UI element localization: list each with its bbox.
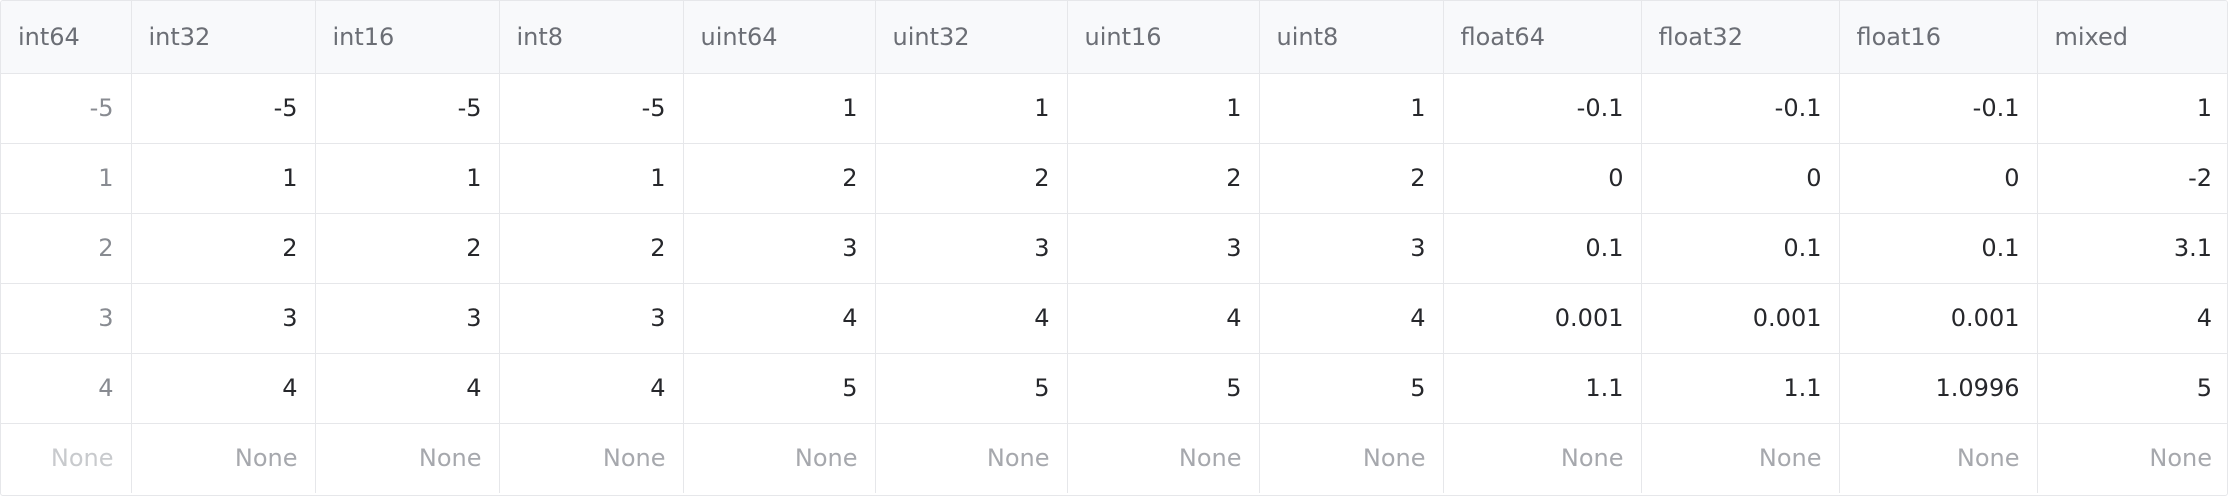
column-header-float32[interactable]: float32: [1641, 1, 1840, 74]
table-cell[interactable]: -0.1: [1839, 73, 2038, 144]
table-body: -5 -5 -5 -5 1 1 1 1 -0.1 -0.1 -0.1 1 1 1 1 1 2 2 2 2 0 0 0 -2 2 2…: [1, 73, 2227, 493]
column-header-mixed[interactable]: mixed: [2037, 1, 2227, 74]
table-cell[interactable]: 1: [875, 73, 1068, 144]
table-row: 4 4 4 4 5 5 5 5 1.1 1.1 1.0996 5: [1, 353, 2227, 424]
table-cell[interactable]: -0.1: [1443, 73, 1642, 144]
table-cell[interactable]: 2: [1, 213, 132, 284]
table-row: None None None None None None None None None None…: [1, 423, 2227, 493]
table-cell[interactable]: 3.1: [2037, 213, 2227, 284]
table-row: 3 3 3 3 4 4 4 4 0.001 0.001 0.001 4: [1, 283, 2227, 354]
table-cell[interactable]: 1.1: [1641, 353, 1840, 424]
table-cell[interactable]: 1.0996: [1839, 353, 2038, 424]
table-cell[interactable]: None: [1259, 423, 1444, 493]
table-cell[interactable]: 0.001: [1839, 283, 2038, 354]
table-cell[interactable]: 2: [683, 143, 876, 214]
table-cell[interactable]: 1: [499, 143, 684, 214]
table-cell[interactable]: 0.1: [1641, 213, 1840, 284]
table-cell[interactable]: -5: [131, 73, 316, 144]
table-cell[interactable]: 3: [1, 283, 132, 354]
table-cell[interactable]: 0: [1641, 143, 1840, 214]
table-cell[interactable]: 4: [1259, 283, 1444, 354]
dataframe-grid[interactable]: int64 int32 int16 int8 uint64 uint32 uin…: [0, 0, 2228, 496]
table-cell[interactable]: 5: [683, 353, 876, 424]
table-cell[interactable]: None: [2037, 423, 2227, 493]
table-cell[interactable]: None: [1641, 423, 1840, 493]
table-cell[interactable]: 4: [2037, 283, 2227, 354]
table-cell[interactable]: -2: [2037, 143, 2227, 214]
table-cell[interactable]: 3: [499, 283, 684, 354]
table-cell[interactable]: 0: [1839, 143, 2038, 214]
table-cell[interactable]: 4: [1067, 283, 1260, 354]
table-cell[interactable]: 4: [683, 283, 876, 354]
table-cell[interactable]: None: [1443, 423, 1642, 493]
table-cell[interactable]: 1: [2037, 73, 2227, 144]
column-header-int32[interactable]: int32: [131, 1, 316, 74]
table-cell[interactable]: -5: [499, 73, 684, 144]
table-cell[interactable]: 2: [131, 213, 316, 284]
data-table: int64 int32 int16 int8 uint64 uint32 uin…: [1, 1, 2227, 493]
table-row: 2 2 2 2 3 3 3 3 0.1 0.1 0.1 3.1: [1, 213, 2227, 284]
column-header-uint16[interactable]: uint16: [1067, 1, 1260, 74]
table-cell[interactable]: -5: [315, 73, 500, 144]
table-cell[interactable]: 4: [1, 353, 132, 424]
header-row: int64 int32 int16 int8 uint64 uint32 uin…: [1, 1, 2227, 74]
column-header-int16[interactable]: int16: [315, 1, 500, 74]
table-cell[interactable]: None: [683, 423, 876, 493]
table-cell[interactable]: None: [131, 423, 316, 493]
table-cell[interactable]: 1: [1, 143, 132, 214]
table-cell[interactable]: 0.1: [1839, 213, 2038, 284]
table-row: 1 1 1 1 2 2 2 2 0 0 0 -2: [1, 143, 2227, 214]
table-cell[interactable]: 4: [875, 283, 1068, 354]
table-cell[interactable]: 0.001: [1641, 283, 1840, 354]
table-cell[interactable]: 4: [499, 353, 684, 424]
table-cell[interactable]: None: [1067, 423, 1260, 493]
table-cell[interactable]: None: [1, 423, 132, 493]
column-header-float16[interactable]: float16: [1839, 1, 2038, 74]
table-cell[interactable]: 1: [1067, 73, 1260, 144]
table-cell[interactable]: None: [499, 423, 684, 493]
table-cell[interactable]: 2: [1259, 143, 1444, 214]
table-cell[interactable]: 1.1: [1443, 353, 1642, 424]
column-header-uint64[interactable]: uint64: [683, 1, 876, 74]
table-cell[interactable]: None: [1839, 423, 2038, 493]
table-cell[interactable]: 3: [683, 213, 876, 284]
table-cell[interactable]: 3: [131, 283, 316, 354]
table-cell[interactable]: None: [875, 423, 1068, 493]
table-cell[interactable]: 1: [1259, 73, 1444, 144]
table-cell[interactable]: 1: [315, 143, 500, 214]
table-cell[interactable]: 3: [315, 283, 500, 354]
table-cell[interactable]: -5: [1, 73, 132, 144]
table-cell[interactable]: None: [315, 423, 500, 493]
table-cell[interactable]: 4: [131, 353, 316, 424]
table-cell[interactable]: 4: [315, 353, 500, 424]
table-cell[interactable]: 5: [1067, 353, 1260, 424]
table-row: -5 -5 -5 -5 1 1 1 1 -0.1 -0.1 -0.1 1: [1, 73, 2227, 144]
table-cell[interactable]: 3: [875, 213, 1068, 284]
column-header-float64[interactable]: float64: [1443, 1, 1642, 74]
table-cell[interactable]: 1: [131, 143, 316, 214]
table-cell[interactable]: 3: [1067, 213, 1260, 284]
table-cell[interactable]: 5: [875, 353, 1068, 424]
table-cell[interactable]: 0.1: [1443, 213, 1642, 284]
table-cell[interactable]: 2: [315, 213, 500, 284]
table-cell[interactable]: 5: [2037, 353, 2227, 424]
table-cell[interactable]: 3: [1259, 213, 1444, 284]
column-header-int64[interactable]: int64: [1, 1, 132, 74]
table-cell[interactable]: -0.1: [1641, 73, 1840, 144]
table-cell[interactable]: 1: [683, 73, 876, 144]
table-cell[interactable]: 5: [1259, 353, 1444, 424]
column-header-uint8[interactable]: uint8: [1259, 1, 1444, 74]
table-cell[interactable]: 0: [1443, 143, 1642, 214]
table-cell[interactable]: 0.001: [1443, 283, 1642, 354]
table-cell[interactable]: 2: [1067, 143, 1260, 214]
table-cell[interactable]: 2: [499, 213, 684, 284]
column-header-uint32[interactable]: uint32: [875, 1, 1068, 74]
column-header-int8[interactable]: int8: [499, 1, 684, 74]
table-cell[interactable]: 2: [875, 143, 1068, 214]
